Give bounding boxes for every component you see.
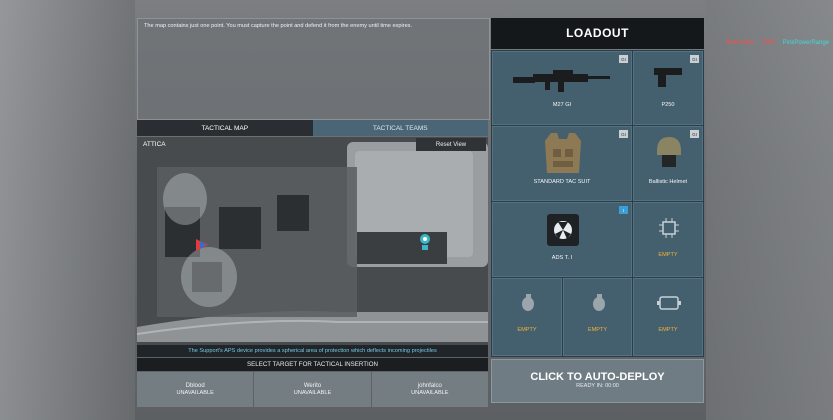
insertion-targets: Dblood UNAVAILABLE Werito UNAVAILABLE jo… [137, 372, 488, 407]
map-objective-zone [181, 247, 237, 307]
insertion-target[interactable]: Werito UNAVAILABLE [254, 372, 371, 407]
grenade-slot-label: EMPTY [587, 327, 608, 333]
target-status: UNAVAILABLE [176, 390, 214, 396]
grenade-icon [593, 294, 605, 311]
briefing-text: The map contains just one point. You mus… [144, 23, 413, 29]
auto-deploy-label: CLICK TO AUTO-DEPLOY [530, 371, 665, 383]
secondary-weapon-slot[interactable]: GI P250 [633, 51, 703, 125]
map-tip-text: The Support's APS device provides a sphe… [137, 345, 488, 357]
tactical-vest-icon [545, 133, 581, 173]
map-canvas[interactable] [137, 137, 488, 357]
background-building-left [0, 0, 135, 420]
grade-badge: GI [619, 130, 628, 138]
armor-slot[interactable]: GI STANDARD TAC SUIT [492, 126, 632, 201]
rifle-icon [513, 70, 610, 92]
target-status: UNAVAILABLE [293, 390, 332, 396]
chip-slot[interactable]: EMPTY [633, 202, 703, 277]
chip-icon [659, 218, 679, 238]
player-name: PinkPowerRange [782, 40, 829, 46]
target-name: johnfalco [417, 383, 442, 389]
tab-tactical-map[interactable]: TACTICAL MAP [137, 120, 313, 136]
reset-view-button[interactable]: Reset View [416, 138, 486, 151]
grenade-slot-2[interactable]: EMPTY [563, 278, 632, 356]
grenade-icon [522, 294, 534, 311]
grenade-slot-label: EMPTY [517, 327, 537, 333]
grade-badge: I [619, 206, 628, 214]
secondary-weapon-label: P250 [661, 102, 675, 108]
grade-badge: GI [619, 55, 628, 63]
insertion-target[interactable]: johnfalco UNAVAILABLE [371, 372, 488, 407]
insertion-header: SELECT TARGET FOR TACTICAL INSERTION [137, 358, 488, 371]
equipment-slot[interactable]: I ADS T. I [492, 202, 632, 277]
map-name: ATTICA [143, 141, 166, 148]
background-building-right [706, 0, 833, 420]
gadget-slot-label: EMPTY [658, 327, 678, 333]
insertion-target[interactable]: Dblood UNAVAILABLE [137, 372, 254, 407]
player-name: TWP [761, 40, 775, 46]
equipment-label: ADS T. I [551, 255, 573, 261]
auto-deploy-button[interactable]: CLICK TO AUTO-DEPLOY READY IN: 00:00 [491, 359, 704, 403]
target-status: UNAVAILABLE [411, 390, 449, 396]
primary-weapon-label: M27 GI [552, 102, 572, 108]
map-objective-zone [163, 173, 207, 225]
gadget-icon [657, 296, 681, 310]
tab-tactical-teams[interactable]: TACTICAL TEAMS [312, 120, 488, 136]
ads-device-icon [547, 214, 579, 246]
ready-timer: READY IN: 00:00 [576, 383, 619, 389]
grade-badge: GI [690, 55, 699, 63]
mission-briefing-panel: The map contains just one point. You mus… [137, 18, 490, 120]
map-building [357, 232, 447, 264]
map-building [277, 195, 309, 231]
loadout-grid: GI M27 GI GI P250 GI STANDARD TAC SUIT G… [491, 50, 704, 357]
map-tabs: TACTICAL MAP TACTICAL TEAMS [137, 120, 488, 136]
player-name: BoxFunfor [726, 40, 755, 46]
helmet-icon [657, 137, 681, 167]
gadget-slot[interactable]: EMPTY [633, 278, 703, 356]
primary-weapon-slot[interactable]: GI M27 GI [492, 51, 632, 125]
chip-slot-label: EMPTY [658, 252, 678, 258]
grenade-slot-1[interactable]: EMPTY [492, 278, 562, 356]
player-names-hud: BoxFunfor TWP PinkPowerRange [720, 40, 829, 46]
armor-label: STANDARD TAC SUIT [533, 179, 591, 185]
helmet-label: Ballistic Helmet [648, 179, 688, 185]
grade-badge: GI [690, 130, 699, 138]
target-name: Werito [303, 383, 322, 389]
map-building [219, 207, 261, 249]
loadout-title: LOADOUT [491, 18, 704, 49]
target-name: Dblood [185, 383, 205, 389]
helmet-slot[interactable]: GI Ballistic Helmet [633, 126, 703, 201]
pistol-icon [654, 68, 682, 87]
tactical-map[interactable]: ATTICA Reset View The Support's APS devi… [137, 137, 488, 357]
